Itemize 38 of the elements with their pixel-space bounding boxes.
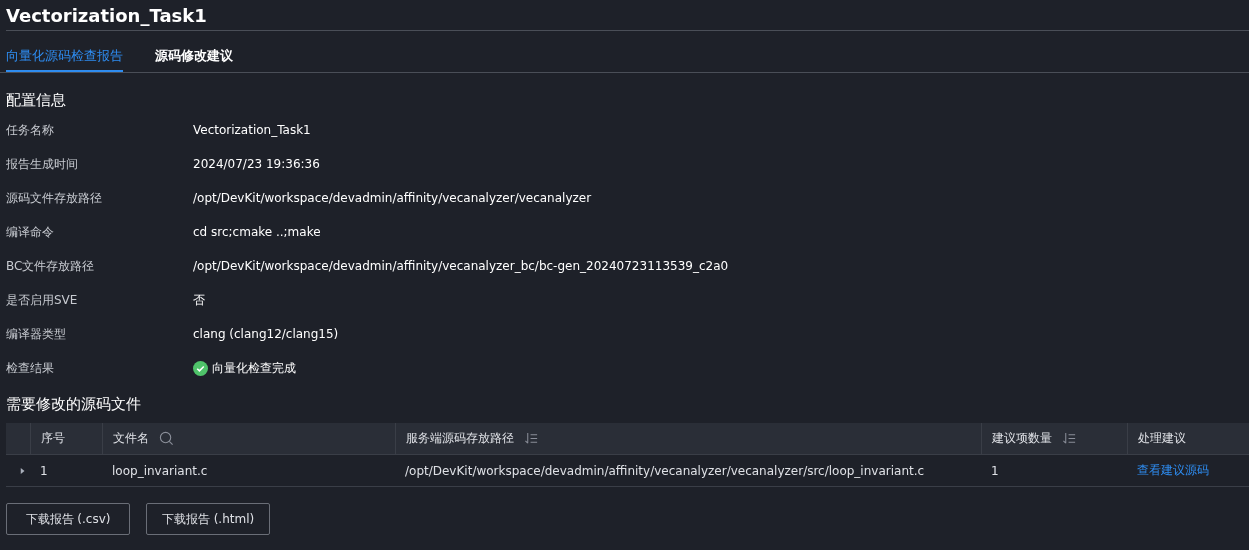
column-header: 序号 xyxy=(30,423,102,454)
table-cell-text: /opt/DevKit/workspace/devadmin/affinity/vecanalyzer/vecanalyzer/src/loop_invariant.c xyxy=(404,462,926,480)
view-source-link[interactable]: 查看建议源码 xyxy=(1137,462,1209,479)
field-label: BC文件存放路径 xyxy=(6,257,96,275)
column-header: 服务端源码存放路径 xyxy=(395,423,981,454)
column-header: 处理建议 xyxy=(1127,423,1249,454)
sort-icon[interactable] xyxy=(1062,431,1077,446)
section-heading: 需要修改的源码文件 xyxy=(6,395,142,415)
field-label: 检查结果 xyxy=(6,359,55,377)
tab[interactable]: 向量化源码检查报告 xyxy=(6,47,123,72)
sort-icon[interactable] xyxy=(524,431,539,446)
download-button[interactable]: 下载报告 (.csv) xyxy=(6,503,130,535)
table-cell-text: 1 xyxy=(990,462,1000,480)
page-title: Vectorization_Task1 xyxy=(6,0,1249,31)
tab[interactable]: 源码修改建议 xyxy=(155,47,233,72)
search-icon[interactable] xyxy=(159,431,174,446)
field-label: 报告生成时间 xyxy=(6,155,79,173)
table-cell-text: 1 xyxy=(39,462,49,480)
field-value: /opt/DevKit/workspace/devadmin/affinity/vecanalyzer/vecanalyzer xyxy=(193,191,592,205)
field-value: 否 xyxy=(193,291,205,309)
field-value: 向量化检查完成 xyxy=(212,359,296,377)
field-label: 是否启用SVE xyxy=(6,291,79,309)
table-cell-text: loop_invariant.c xyxy=(111,462,209,480)
field-label: 编译器类型 xyxy=(6,325,67,343)
field-label: 任务名称 xyxy=(6,121,55,139)
field-value: clang (clang12/clang15) xyxy=(193,327,339,341)
field-label: 编译命令 xyxy=(6,223,55,241)
field-value: /opt/DevKit/workspace/devadmin/affinity/vecanalyzer_bc/bc-gen_20240723113539_c2a0 xyxy=(193,259,729,273)
field-value: 2024/07/23 19:36:36 xyxy=(193,157,320,171)
field-value: cd src;cmake ..;make xyxy=(193,225,321,239)
column-header: 文件名 xyxy=(102,423,395,454)
field-value: Vectorization_Task1 xyxy=(193,123,311,137)
field-label: 源码文件存放路径 xyxy=(6,189,103,207)
column-header: 建议项数量 xyxy=(981,423,1127,454)
check-circle-icon xyxy=(193,360,208,376)
section-heading: 配置信息 xyxy=(6,91,67,111)
download-button[interactable]: 下载报告 (.html) xyxy=(146,503,270,535)
caret-icon[interactable] xyxy=(20,466,26,475)
